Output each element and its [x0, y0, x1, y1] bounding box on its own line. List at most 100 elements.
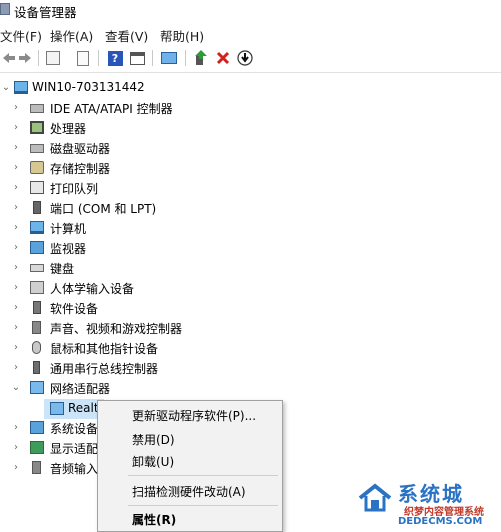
- tree-item[interactable]: › 人体学输入设备: [0, 278, 300, 298]
- device-manager-icon: [0, 3, 10, 15]
- tree-item[interactable]: › 磁盘驱动器: [0, 138, 300, 158]
- chevron-right-icon[interactable]: ›: [10, 142, 22, 154]
- tree-item-label: 声音、视频和游戏控制器: [50, 322, 183, 336]
- chevron-right-icon[interactable]: ›: [10, 422, 22, 434]
- chevron-down-icon[interactable]: ⌄: [0, 82, 12, 94]
- chevron-right-icon[interactable]: ›: [10, 162, 22, 174]
- toolbar-separator: [185, 50, 186, 66]
- tree-item-label: 网络适配器: [50, 382, 111, 396]
- tree-item-label: IDE ATA/ATAPI 控制器: [50, 102, 173, 116]
- network-adapter-icon: [30, 381, 44, 394]
- computer-root-icon: [14, 81, 28, 94]
- watermark-logo: [356, 478, 394, 516]
- tree-item[interactable]: › 软件设备: [0, 298, 300, 318]
- chevron-right-icon[interactable]: ›: [10, 182, 22, 194]
- tree-item-label: 鼠标和其他指针设备: [50, 342, 159, 356]
- window-title: 设备管理器: [14, 5, 77, 20]
- tree-item-network-adapter[interactable]: Realt: [0, 399, 110, 419]
- menu-file[interactable]: 文件(F): [0, 26, 42, 45]
- menu-separator: [128, 475, 278, 476]
- tree-item[interactable]: › 系统设备: [0, 418, 99, 438]
- tree-item[interactable]: › 打印队列: [0, 178, 300, 198]
- network-card-icon: [50, 402, 64, 415]
- menu-view[interactable]: 查看(V): [105, 26, 148, 45]
- chevron-right-icon[interactable]: ›: [10, 222, 22, 234]
- monitor-icon: [30, 241, 44, 254]
- download-icon[interactable]: [236, 49, 254, 67]
- tree-item[interactable]: › 监视器: [0, 238, 300, 258]
- port-icon: [33, 201, 41, 214]
- forward-arrow-icon[interactable]: [16, 49, 34, 67]
- chevron-right-icon[interactable]: ›: [10, 262, 22, 274]
- mouse-icon: [32, 341, 41, 354]
- tree-item-label: Realt: [68, 401, 99, 415]
- chevron-right-icon[interactable]: ›: [10, 322, 22, 334]
- tree-item[interactable]: › 通用串行总线控制器: [0, 358, 300, 378]
- menu-action[interactable]: 操作(A): [50, 26, 93, 45]
- tree-item[interactable]: › IDE ATA/ATAPI 控制器: [0, 98, 300, 118]
- tree-item[interactable]: › 声音、视频和游戏控制器: [0, 318, 300, 338]
- keyboard-icon: [30, 264, 44, 272]
- tree-item-label: 通用串行总线控制器: [50, 362, 159, 376]
- sound-video-icon: [32, 321, 41, 334]
- tree-item[interactable]: › 存储控制器: [0, 158, 300, 178]
- chevron-right-icon[interactable]: ›: [10, 462, 22, 474]
- tree-item-label: 磁盘驱动器: [50, 142, 111, 156]
- chevron-right-icon[interactable]: ›: [10, 282, 22, 294]
- menu-properties[interactable]: 属性(R): [132, 511, 176, 528]
- tree-item[interactable]: › 计算机: [0, 218, 300, 238]
- chevron-down-icon[interactable]: ⌄: [10, 382, 22, 394]
- toolbar: ?: [0, 46, 501, 73]
- toolbar-separator: [98, 50, 99, 66]
- chevron-right-icon[interactable]: ›: [10, 342, 22, 354]
- chevron-right-icon[interactable]: ›: [10, 242, 22, 254]
- tree-item-label: 监视器: [50, 242, 87, 256]
- system-device-icon: [30, 421, 44, 434]
- tree-item-label: 处理器: [50, 122, 87, 136]
- tree-item-label: 显示适配: [50, 442, 99, 456]
- chevron-right-icon[interactable]: ›: [10, 302, 22, 314]
- tree-item[interactable]: › 音频输入: [0, 458, 98, 478]
- processor-icon: [30, 121, 44, 134]
- toolbar-separator: [152, 50, 153, 66]
- document-icon[interactable]: [74, 49, 92, 67]
- menu-disable[interactable]: 禁用(D): [132, 431, 175, 448]
- properties-icon[interactable]: [44, 49, 62, 67]
- tree-item-label: 端口 (COM 和 LPT): [50, 202, 157, 216]
- uninstall-x-icon[interactable]: [214, 49, 232, 67]
- tree-item-label: 计算机: [50, 222, 87, 236]
- display-adapter-icon: [30, 441, 44, 454]
- tree-item[interactable]: › 鼠标和其他指针设备: [0, 338, 300, 358]
- chevron-right-icon[interactable]: ›: [10, 202, 22, 214]
- update-driver-icon[interactable]: [192, 49, 210, 67]
- chevron-right-icon[interactable]: ›: [10, 122, 22, 134]
- usb-controller-icon: [33, 361, 40, 374]
- ide-controller-icon: [30, 104, 44, 113]
- help-icon[interactable]: ?: [106, 49, 124, 67]
- menu-help[interactable]: 帮助(H): [160, 26, 204, 45]
- disk-drive-icon: [30, 144, 44, 153]
- chevron-right-icon[interactable]: ›: [10, 442, 22, 454]
- menu-uninstall[interactable]: 卸载(U): [132, 453, 174, 470]
- chevron-right-icon[interactable]: ›: [10, 102, 22, 114]
- menu-separator: [128, 505, 278, 506]
- computer-icon: [30, 221, 44, 234]
- tree-item-network[interactable]: ⌄ 网络适配器: [0, 378, 300, 398]
- tree-item[interactable]: › 键盘: [0, 258, 300, 278]
- tree-item[interactable]: › 显示适配: [0, 438, 99, 458]
- menu-scan-hardware[interactable]: 扫描检测硬件改动(A): [132, 483, 246, 500]
- tree-item-label: 系统设备: [50, 422, 99, 436]
- chevron-right-icon[interactable]: ›: [10, 362, 22, 374]
- tree-root[interactable]: ⌄ WIN10-703131442: [0, 78, 300, 98]
- menu-update-driver[interactable]: 更新驱动程序软件(P)...: [132, 407, 256, 424]
- tree-item[interactable]: › 处理器: [0, 118, 300, 138]
- tree-item[interactable]: › 端口 (COM 和 LPT): [0, 198, 300, 218]
- print-queue-icon: [30, 181, 44, 194]
- title-bar: 设备管理器: [0, 0, 501, 20]
- tree-item-label: 人体学输入设备: [50, 282, 135, 296]
- tree-item-label: 打印队列: [50, 182, 99, 196]
- view-window-icon[interactable]: [128, 49, 146, 67]
- scan-monitor-icon[interactable]: [160, 49, 178, 67]
- storage-controller-icon: [30, 161, 44, 174]
- tree-item-label: 软件设备: [50, 302, 99, 316]
